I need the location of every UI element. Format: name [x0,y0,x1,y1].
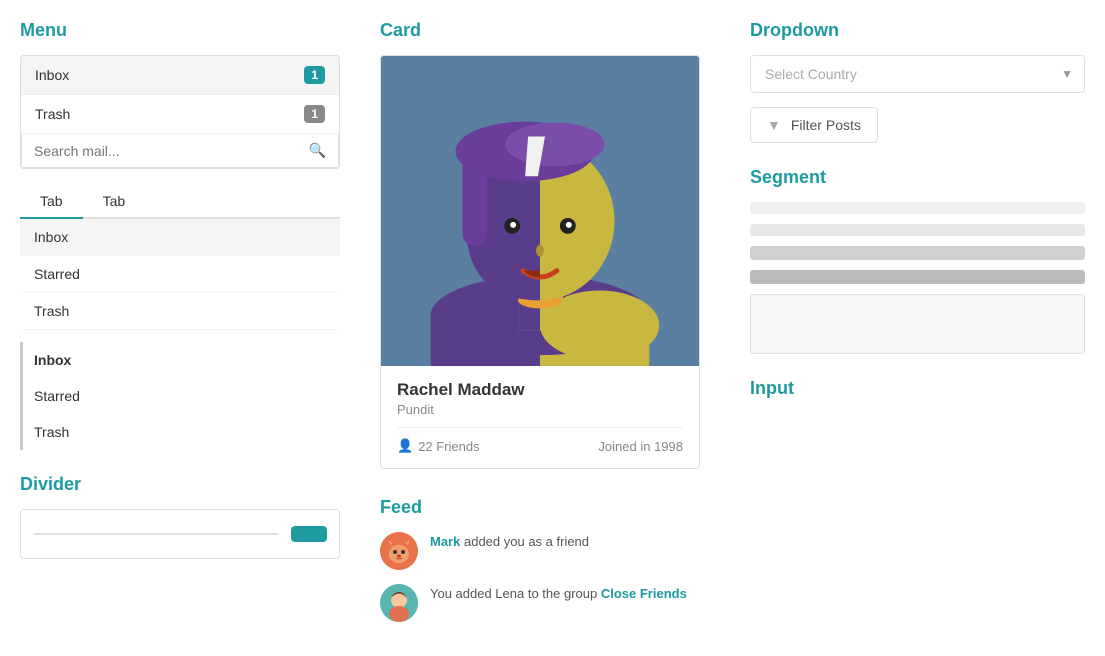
feed-desc-1: added you as a friend [464,534,589,549]
input-section: Input [750,378,1085,399]
tabs-container: Tab Tab Inbox Starred Trash [20,185,340,330]
border-indicator [20,342,23,450]
segment-bar-3 [750,246,1085,260]
card-meta: 👤 22 Friends Joined in 1998 [397,427,683,454]
search-input[interactable] [34,143,309,159]
feed-group-link[interactable]: Close Friends [601,586,687,601]
feed-item-2: You added Lena to the group Close Friend… [380,584,720,622]
inbox-label: Inbox [35,67,69,83]
divider-box [20,509,340,559]
card-role: Pundit [397,402,683,417]
bordered-inbox[interactable]: Inbox [20,342,340,378]
inbox-badge: 1 [304,66,325,84]
menu-title: Menu [20,20,340,41]
dropdown-title: Dropdown [750,20,1085,41]
segment-bar-5 [750,294,1085,354]
feed-prefix-2: You added Lena to the group [430,586,601,601]
friends-icon: 👤 [397,438,413,454]
menu-item-inbox[interactable]: Inbox 1 [21,56,339,95]
bordered-trash[interactable]: Trash [20,414,340,450]
filter-posts-button[interactable]: ▼ Filter Posts [750,107,878,143]
tab-list-starred[interactable]: Starred [20,256,340,293]
filter-label: Filter Posts [791,117,861,133]
dropdown-wrapper: Select Country United States United King… [750,55,1085,93]
card-section: Card [380,20,720,469]
tab-list: Inbox Starred Trash [20,219,340,330]
divider-line-left [33,533,279,535]
feed-avatar-1 [380,532,418,570]
divider-section: Divider [20,474,340,559]
bordered-starred[interactable]: Starred [20,378,340,414]
dropdown-section: Dropdown Select Country United States Un… [750,20,1085,143]
segment-bar-4 [750,270,1085,284]
search-icon: 🔍 [309,142,326,159]
segment-section: Segment [750,167,1085,354]
segment-title: Segment [750,167,1085,188]
card-title: Card [380,20,720,41]
feed-section: Feed [380,497,720,622]
joined-date: Joined in 1998 [598,439,683,454]
tabs-row: Tab Tab [20,185,340,219]
card-image [381,56,699,366]
tab-list-trash[interactable]: Trash [20,293,340,330]
country-select[interactable]: Select Country United States United King… [750,55,1085,93]
friends-count: 22 Friends [418,439,479,454]
menu-box: Inbox 1 Trash 1 🔍 [20,55,340,169]
feed-text-2: You added Lena to the group Close Friend… [430,584,687,604]
divider-button[interactable] [291,526,327,542]
feed-title: Feed [380,497,720,518]
filter-icon: ▼ [767,117,781,133]
feed-text-1: Mark added you as a friend [430,532,589,552]
card-info: Rachel Maddaw Pundit 👤 22 Friends Joined… [381,366,699,468]
tab-list-inbox[interactable]: Inbox [20,219,340,256]
tab-1[interactable]: Tab [20,185,83,219]
bordered-list: Inbox Starred Trash [20,342,340,450]
segment-bar-2 [750,224,1085,236]
feed-user-link-1[interactable]: Mark [430,534,460,549]
trash-badge: 1 [304,105,325,123]
divider-title: Divider [20,474,340,495]
search-box[interactable]: 🔍 [21,134,339,168]
card-friends: 👤 22 Friends [397,438,480,454]
trash-label: Trash [35,106,70,122]
input-title: Input [750,378,1085,399]
segment-bar-1 [750,202,1085,214]
tab-2[interactable]: Tab [83,185,146,219]
card-name: Rachel Maddaw [397,380,683,400]
feed-item-1: Mark added you as a friend [380,532,720,570]
card-box: Rachel Maddaw Pundit 👤 22 Friends Joined… [380,55,700,469]
menu-item-trash[interactable]: Trash 1 [21,95,339,134]
feed-avatar-2 [380,584,418,622]
